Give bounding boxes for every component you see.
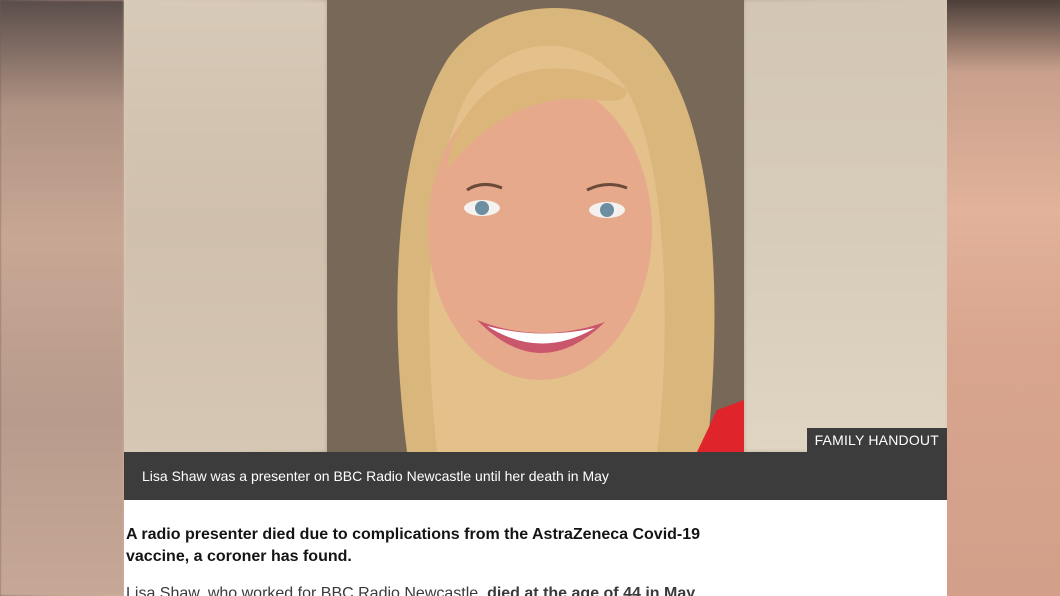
hero-image: FAMILY HANDOUT bbox=[124, 0, 947, 452]
background-right bbox=[947, 0, 1060, 596]
article: FAMILY HANDOUT Lisa Shaw was a presenter… bbox=[124, 0, 947, 596]
body-link[interactable]: died at the age of 44 in May bbox=[487, 585, 695, 596]
background-left bbox=[0, 0, 124, 596]
portrait-photo bbox=[327, 0, 744, 452]
body-text: Lisa Shaw, who worked for BBC Radio Newc… bbox=[126, 585, 483, 596]
image-credit: FAMILY HANDOUT bbox=[806, 428, 947, 452]
image-caption: Lisa Shaw was a presenter on BBC Radio N… bbox=[124, 452, 947, 500]
article-intro: A radio presenter died due to complicati… bbox=[126, 526, 701, 565]
hero-image-blur-right bbox=[744, 0, 947, 452]
hero-image-photo bbox=[327, 0, 744, 452]
article-body-paragraph: Lisa Shaw, who worked for BBC Radio Newc… bbox=[126, 583, 766, 596]
hero-image-blur-left bbox=[124, 0, 327, 452]
